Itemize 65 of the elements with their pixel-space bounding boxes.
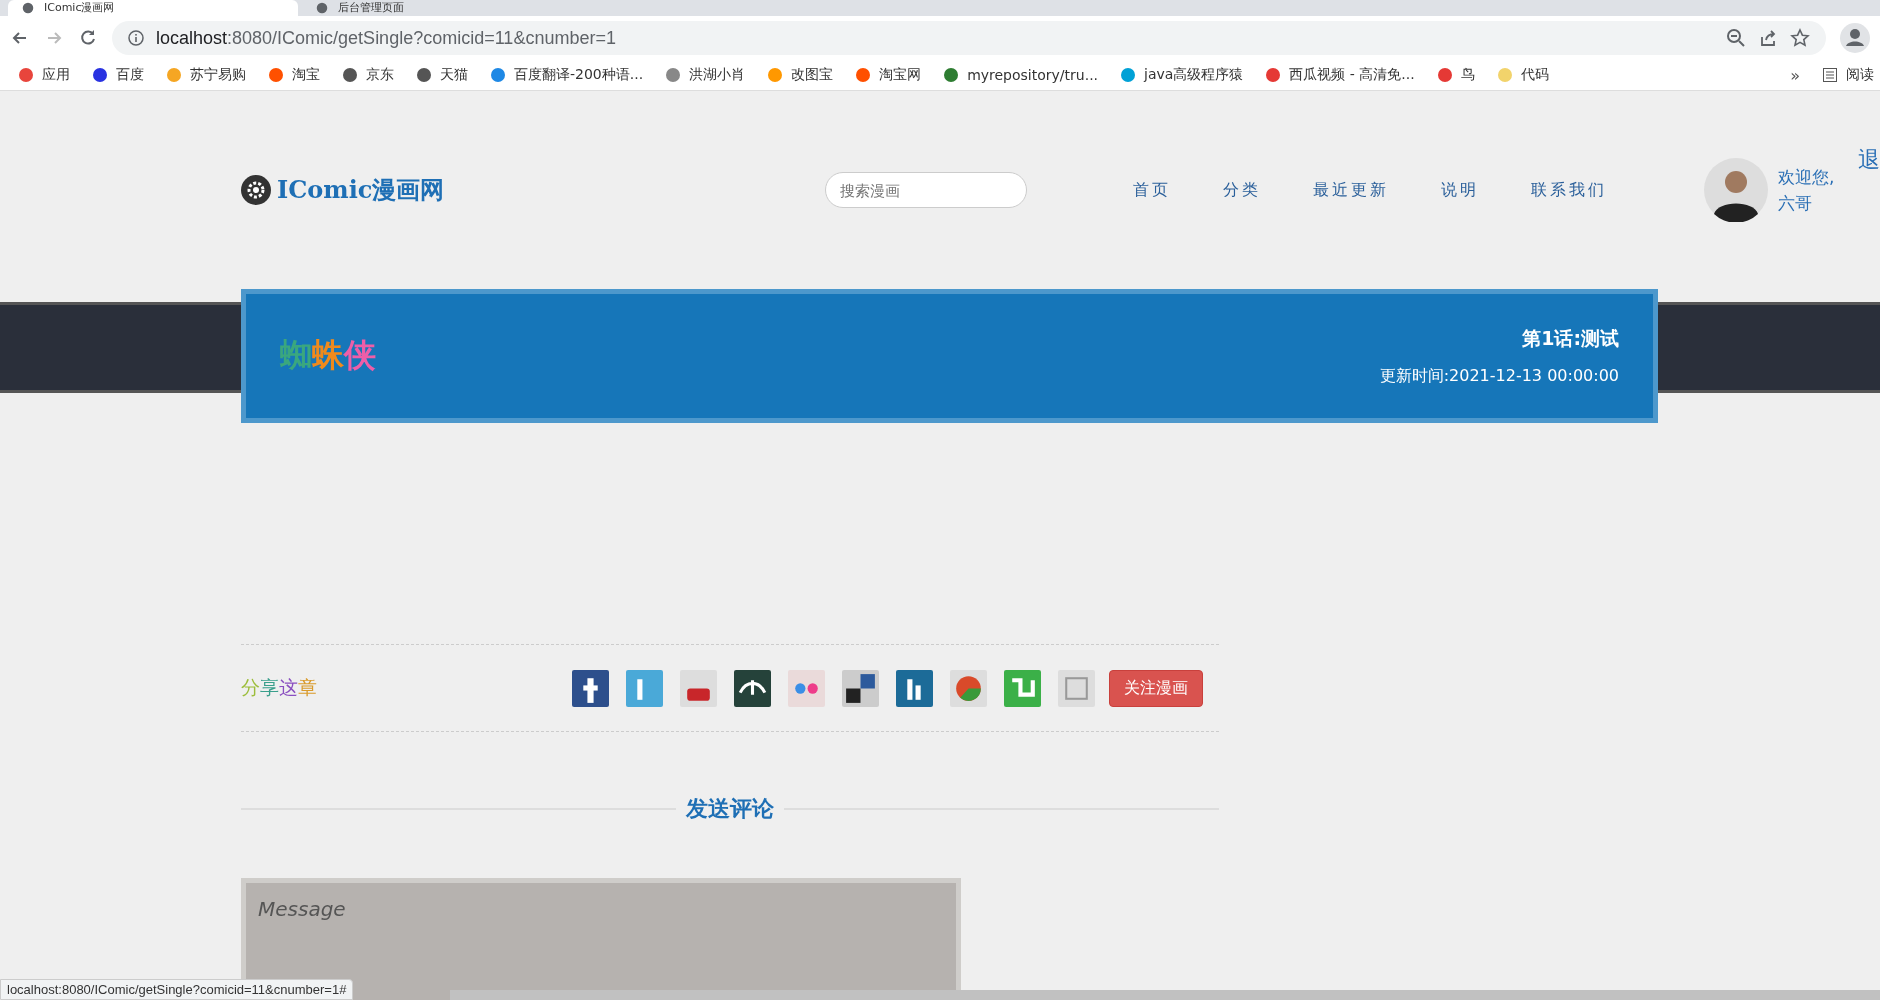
bookmark-item[interactable]: 改图宝 — [767, 66, 834, 84]
reading-list[interactable]: 阅读 — [1822, 66, 1874, 84]
bookmark-item[interactable]: 鸟 — [1436, 66, 1475, 84]
user-name: 六哥 — [1778, 192, 1813, 215]
status-bar: localhost:8080/IComic/getSingle?comicid=11&cnumber=1# — [0, 979, 354, 1000]
bookmark-icon — [767, 67, 784, 83]
bookmark-item[interactable]: 代码 — [1496, 66, 1549, 84]
bookmark-icon — [268, 67, 284, 83]
logout-link[interactable]: 退 — [1858, 145, 1880, 175]
nav-link[interactable]: 首页 — [1133, 179, 1171, 201]
bookmark-item[interactable]: myrepository/tru... — [943, 67, 1099, 83]
more-bookmarks[interactable]: » — [1790, 65, 1800, 85]
social-share-icon[interactable] — [572, 669, 609, 707]
profile-icon[interactable] — [1840, 23, 1870, 53]
comic-title: 蜘蛛侠 — [280, 335, 376, 376]
bookmark-icon — [490, 67, 506, 83]
bookmark-item[interactable]: 西瓜视频 - 高清免... — [1265, 66, 1415, 84]
bookmark-icon — [1436, 67, 1453, 83]
bookmark-icon — [342, 67, 358, 83]
list-icon — [1822, 67, 1838, 83]
bookmark-item[interactable]: 淘宝网 — [855, 66, 922, 84]
bookmark-item[interactable]: 京东 — [342, 66, 394, 84]
bookmark-item[interactable]: java高级程序猿 — [1120, 66, 1244, 84]
browser-tab[interactable]: 后台管理页面 — [302, 0, 592, 16]
bookmark-icon — [1496, 67, 1513, 83]
share-label: 分享这章 — [241, 675, 318, 700]
share-icon[interactable] — [1758, 28, 1778, 48]
site-logo[interactable]: IComic漫画网 — [277, 174, 445, 206]
scrollbar[interactable] — [450, 990, 1880, 1000]
avatar[interactable] — [1704, 158, 1768, 222]
bookmark-icon — [943, 67, 960, 83]
social-share-icon[interactable] — [842, 669, 879, 707]
info-icon — [128, 30, 144, 46]
bookmark-icon — [1265, 67, 1282, 83]
nav-link[interactable]: 最近更新 — [1313, 179, 1389, 201]
address-bar[interactable]: localhost:8080/IComic/getSingle?comicid=11&cnumber=1 — [112, 21, 1826, 55]
bookmark-icon — [665, 67, 682, 83]
bookmark-item[interactable]: 百度翻译-200种语... — [490, 66, 644, 84]
bookmark-item[interactable]: 百度 — [92, 66, 144, 84]
url-text: localhost:8080/IComic/getSingle?comicid=11&cnumber=1 — [156, 27, 616, 49]
bookmark-icon — [855, 67, 872, 83]
nav-link[interactable]: 说明 — [1441, 179, 1479, 201]
bookmark-icon — [416, 67, 432, 83]
bookmark-icon — [166, 67, 182, 83]
star-icon[interactable] — [1790, 28, 1810, 48]
zoom-icon[interactable] — [1726, 28, 1746, 48]
bookmark-item[interactable]: 苏宁易购 — [166, 66, 246, 84]
welcome-text: 欢迎您, — [1778, 166, 1835, 189]
nav-link[interactable]: 分类 — [1223, 179, 1261, 201]
gear-icon — [241, 175, 271, 205]
bookmark-item[interactable]: 应用 — [18, 66, 70, 84]
browser-tab[interactable]: IComic漫画网 — [8, 0, 298, 16]
bookmark-item[interactable]: 天猫 — [416, 66, 468, 84]
social-share-icon[interactable] — [734, 669, 771, 707]
nav-link[interactable]: 联系我们 — [1531, 179, 1607, 201]
bookmark-icon — [1120, 67, 1137, 83]
bookmark-icon — [92, 67, 108, 83]
follow-button[interactable]: 关注漫画 — [1109, 669, 1203, 707]
bookmark-icon — [18, 67, 34, 83]
bookmark-item[interactable]: 洪湖小肖 — [665, 66, 746, 84]
update-time: 更新时间:2021-12-13 00:00:00 — [1379, 365, 1619, 387]
bookmark-item[interactable]: 淘宝 — [268, 66, 320, 84]
chapter-title: 第1话:测试 — [1522, 325, 1619, 351]
reload-icon[interactable] — [78, 28, 98, 48]
search-field[interactable]: 搜索漫画 — [825, 172, 1027, 208]
